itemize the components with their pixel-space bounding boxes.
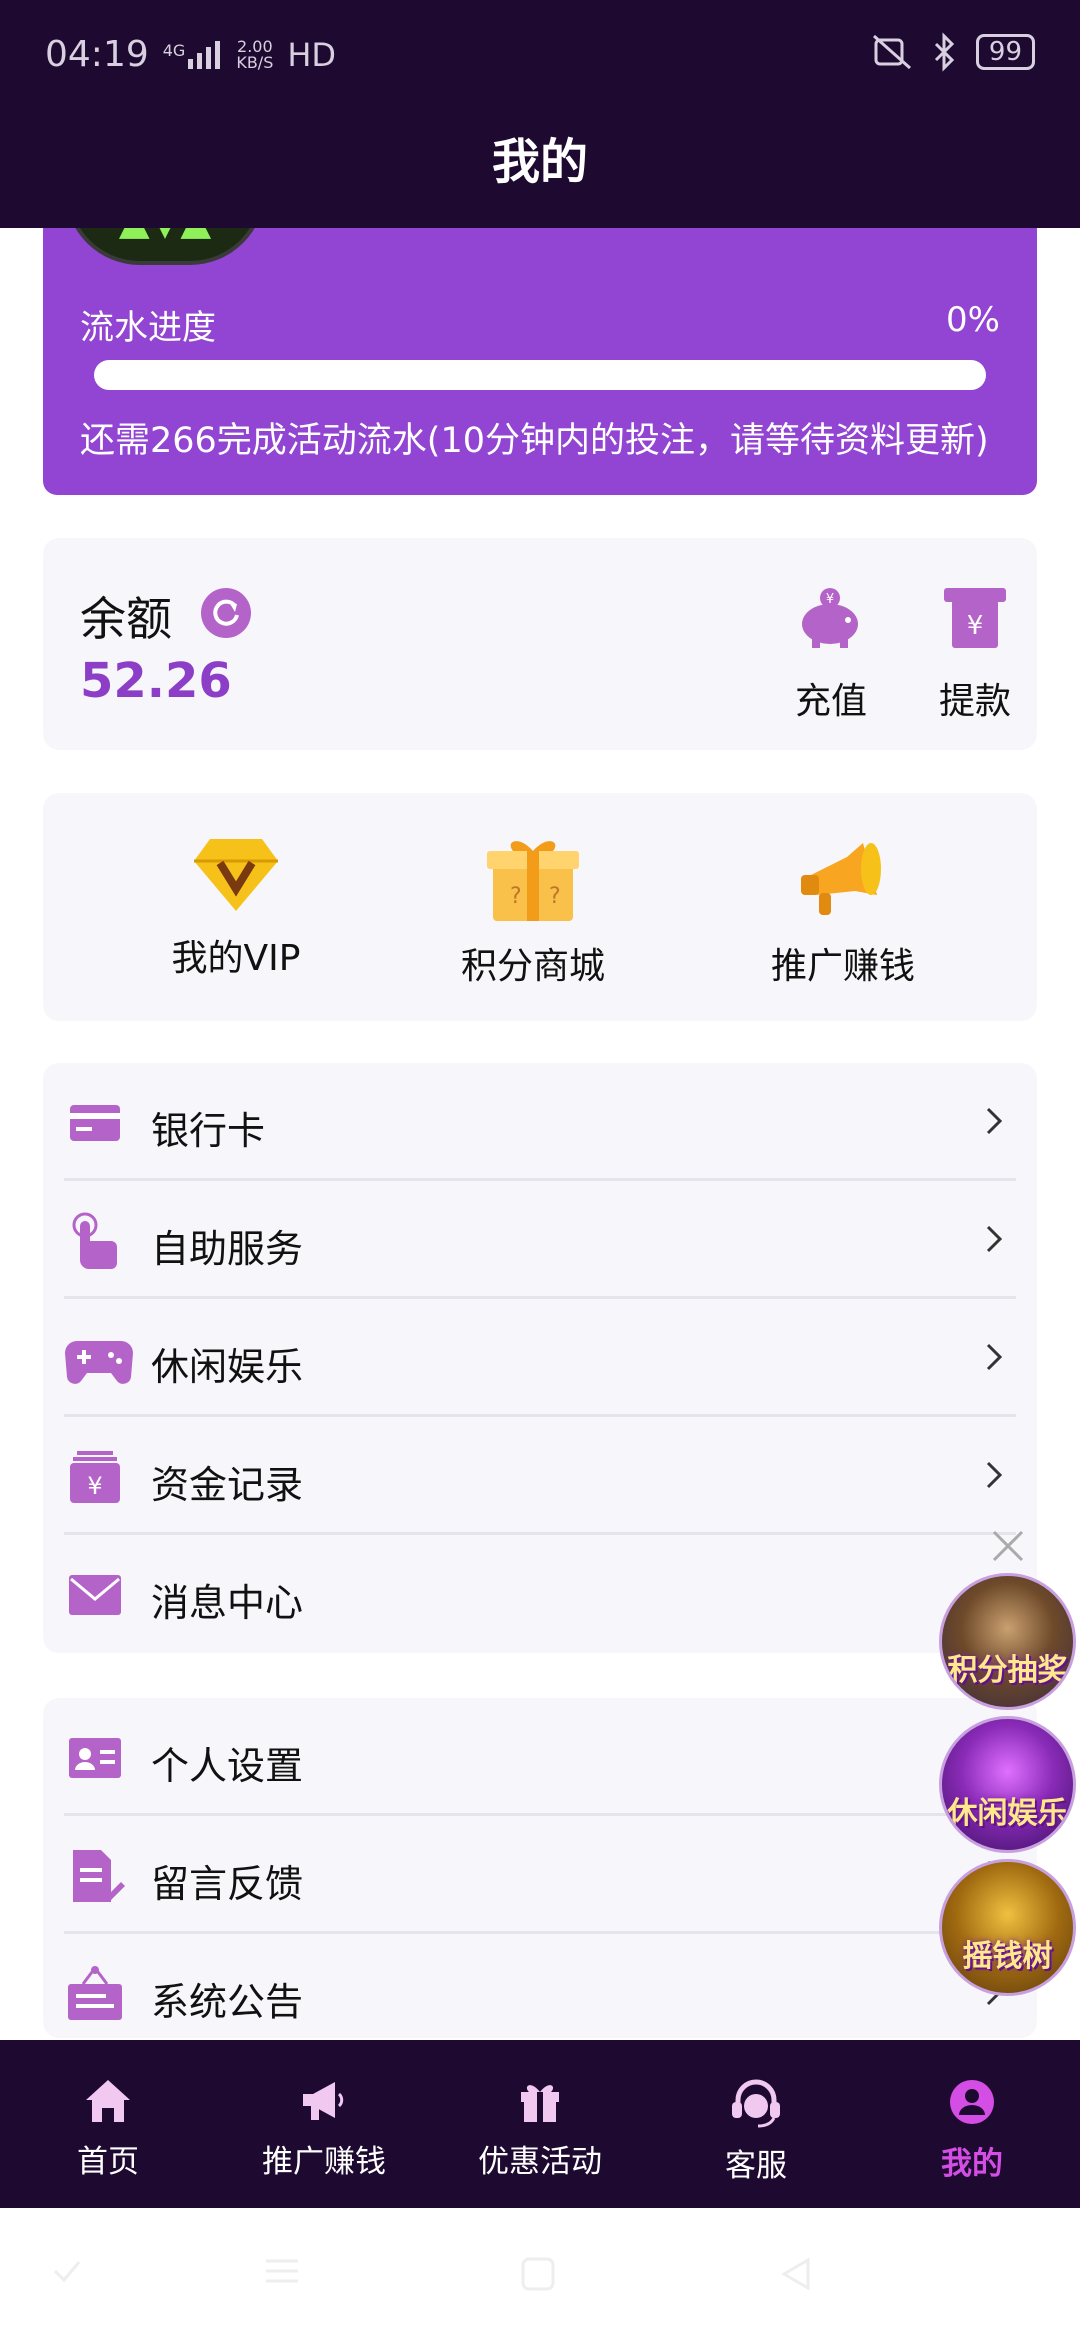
menu-item-self-service[interactable]: 自助服务 xyxy=(43,1181,1037,1299)
nav-customer-service[interactable]: 客服 xyxy=(648,2040,864,2208)
menu-item-profile-settings[interactable]: 个人设置 xyxy=(43,1698,1037,1816)
leisure-float[interactable]: 休闲娱乐 xyxy=(939,1716,1076,1853)
menu-item-leisure[interactable]: 休闲娱乐 xyxy=(43,1299,1037,1417)
announcement-icon xyxy=(68,1966,122,2020)
menu-label: 个人设置 xyxy=(151,1744,304,1788)
chevron-right-icon xyxy=(986,1107,1003,1135)
feedback-icon xyxy=(73,1850,125,1902)
close-icon[interactable] xyxy=(990,1528,1026,1564)
balance-value: 52.26 xyxy=(80,653,232,709)
withdraw-icon: ¥ xyxy=(944,588,1006,648)
hd-indicator: HD xyxy=(287,35,337,74)
recharge-button[interactable]: ¥ 充值 xyxy=(776,586,886,724)
nav-mine[interactable]: 我的 xyxy=(864,2040,1080,2208)
gift-icon xyxy=(521,2085,559,2122)
nav-promote[interactable]: 推广赚钱 xyxy=(216,2040,432,2208)
gift-box-icon: ?? xyxy=(487,841,579,921)
home-key-icon[interactable] xyxy=(520,2256,556,2292)
user-icon xyxy=(950,2080,994,2124)
refresh-icon[interactable] xyxy=(201,588,251,638)
float-label: 休闲娱乐 xyxy=(947,1796,1068,1831)
menu-group-secondary: 个人设置 留言反馈 系统公告 xyxy=(43,1698,1037,2038)
fund-record-icon: ¥ xyxy=(70,1451,120,1503)
shortcut-card: 我的VIP ?? 积分商城 推广赚钱 xyxy=(43,793,1037,1021)
chevron-right-icon xyxy=(986,1343,1003,1371)
promote-label: 推广赚钱 xyxy=(770,946,915,987)
turnover-label: 流水进度 xyxy=(80,308,216,348)
status-time: 04:19 xyxy=(45,34,149,75)
chevron-right-icon xyxy=(986,1225,1003,1253)
recharge-label: 充值 xyxy=(794,681,867,722)
vip-label: 我的VIP xyxy=(171,938,301,979)
menu-item-messages[interactable]: 消息中心 xyxy=(43,1535,1037,1653)
menu-group-primary: 银行卡 自助服务 休闲娱乐 ¥ 资金记录 消息中心 xyxy=(43,1063,1037,1653)
mute-vibrate-icon xyxy=(872,34,911,70)
nav-label: 我的 xyxy=(941,2146,1003,2182)
svg-text:?: ? xyxy=(549,884,561,909)
menu-item-feedback[interactable]: 留言反馈 xyxy=(43,1816,1037,1934)
balance-label: 余额 xyxy=(80,592,172,646)
turnover-progress-bar xyxy=(94,360,986,390)
vip-shortcut[interactable]: 我的VIP xyxy=(121,833,351,981)
battery-indicator: 99 xyxy=(975,34,1035,70)
svg-text:¥: ¥ xyxy=(826,592,834,607)
menu-label: 留言反馈 xyxy=(151,1862,304,1906)
menu-label: 消息中心 xyxy=(151,1581,304,1625)
mail-icon xyxy=(69,1575,121,1615)
id-card-icon xyxy=(69,1738,121,1778)
turnover-note: 还需266完成活动流水(10分钟内的投注，请等待资料更新) xyxy=(80,421,989,461)
menu-label: 休闲娱乐 xyxy=(151,1345,304,1389)
chevron-right-icon xyxy=(986,1461,1003,1489)
network-speed: 2.00 KB/S xyxy=(236,38,274,72)
nav-label: 首页 xyxy=(77,2144,139,2180)
megaphone-icon xyxy=(801,843,881,915)
menu-label: 银行卡 xyxy=(151,1109,266,1153)
menu-item-bank-card[interactable]: 银行卡 xyxy=(43,1063,1037,1181)
money-tree-float[interactable]: 摇钱树 xyxy=(939,1859,1076,1996)
nav-label: 推广赚钱 xyxy=(262,2144,386,2180)
back-key-icon[interactable] xyxy=(778,2256,814,2292)
bluetooth-icon xyxy=(934,32,955,72)
points-mall-shortcut[interactable]: ?? 积分商城 xyxy=(418,833,648,989)
nav-promotions[interactable]: 优惠活动 xyxy=(432,2040,648,2208)
nav-label: 客服 xyxy=(725,2148,787,2184)
promote-shortcut[interactable]: 推广赚钱 xyxy=(728,833,958,989)
float-label: 积分抽奖 xyxy=(947,1653,1068,1688)
network-type: 4G xyxy=(162,40,186,60)
points-mall-label: 积分商城 xyxy=(460,946,605,987)
menu-label: 系统公告 xyxy=(151,1980,304,2024)
float-label: 摇钱树 xyxy=(962,1939,1053,1974)
menu-label: 资金记录 xyxy=(151,1463,304,1507)
page-title-bar: 我的 xyxy=(0,85,1080,228)
svg-text:¥: ¥ xyxy=(967,611,984,641)
menu-item-fund-record[interactable]: ¥ 资金记录 xyxy=(43,1417,1037,1535)
svg-text:¥: ¥ xyxy=(87,1472,102,1500)
nav-home[interactable]: 首页 xyxy=(0,2040,216,2208)
page-title: 我的 xyxy=(491,133,588,190)
check-gesture-icon[interactable] xyxy=(52,2256,82,2286)
menu-label: 自助服务 xyxy=(151,1227,304,1271)
menu-key-icon[interactable] xyxy=(262,2256,302,2286)
piggy-bank-icon: ¥ xyxy=(802,588,858,648)
signal-icon: 4G xyxy=(162,40,223,69)
gamepad-icon xyxy=(65,1341,133,1384)
tap-hand-icon xyxy=(72,1212,117,1269)
nav-label: 优惠活动 xyxy=(478,2144,602,2180)
turnover-percent: 0% xyxy=(946,300,1000,340)
bank-card-icon xyxy=(70,1105,120,1141)
menu-item-announcements[interactable]: 系统公告 xyxy=(43,1934,1037,2052)
headset-icon xyxy=(732,2079,780,2128)
home-icon xyxy=(86,2080,130,2122)
withdraw-button[interactable]: ¥ 提款 xyxy=(920,586,1030,724)
bottom-navigation: 首页 推广赚钱 优惠活动 客服 我的 xyxy=(0,2040,1080,2208)
system-navigation-bar xyxy=(0,2208,1080,2340)
megaphone-icon xyxy=(303,2082,344,2120)
balance-card: 余额 52.26 ¥ 充值 ¥ 提款 xyxy=(43,538,1037,750)
svg-text:?: ? xyxy=(510,884,522,909)
vip-diamond-icon xyxy=(194,839,278,911)
points-lottery-float[interactable]: 积分抽奖 xyxy=(939,1573,1076,1710)
speed-unit: KB/S xyxy=(236,52,274,72)
withdraw-label: 提款 xyxy=(938,681,1011,722)
